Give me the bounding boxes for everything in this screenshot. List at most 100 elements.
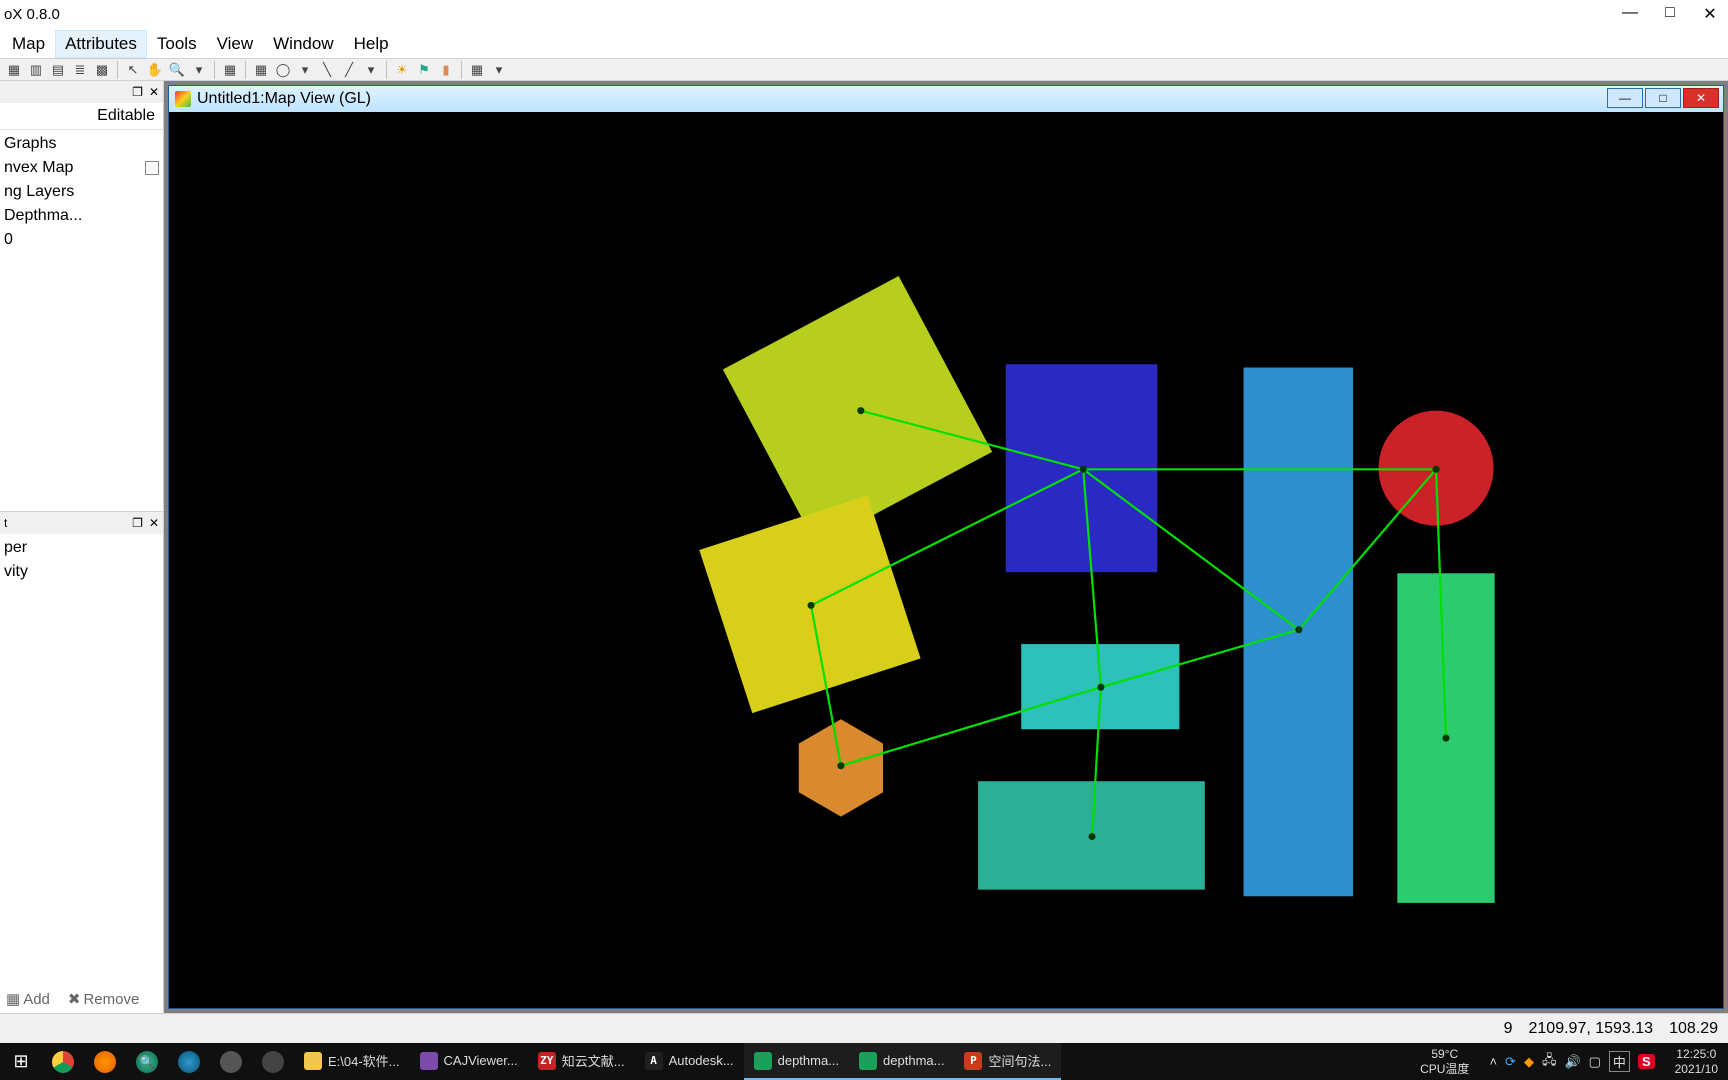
app-close-button[interactable]: ✕ — [1700, 4, 1720, 24]
app-maximize-button[interactable]: □ — [1660, 4, 1680, 24]
taskbar-chrome-icon[interactable] — [42, 1043, 84, 1080]
taskbar-clock[interactable]: 12:25:0 2021/10 — [1667, 1047, 1726, 1076]
tray-ime-icon[interactable]: 中 — [1609, 1051, 1630, 1072]
status-bar: 9 2109.97, 1593.13 108.29 — [0, 1013, 1728, 1043]
attributes-panel: t ❐ ✕ pervity ▦ Add ✖ Remove — [0, 511, 163, 1013]
panel-float-icon[interactable]: ❐ — [132, 85, 143, 99]
window-close-button[interactable]: ✕ — [1683, 88, 1719, 108]
taskbar-task-label: 知云文献... — [562, 1051, 625, 1070]
tool-sun-icon[interactable]: ☀ — [392, 60, 412, 80]
panel-close-icon[interactable]: ✕ — [149, 85, 159, 99]
taskbar-task[interactable]: ZY知云文献... — [528, 1043, 635, 1080]
menu-view[interactable]: View — [207, 30, 264, 58]
editable-checkbox[interactable] — [145, 161, 159, 175]
taskbar-firefox-icon[interactable] — [84, 1043, 126, 1080]
tool-dropdown2-icon[interactable]: ▾ — [295, 60, 315, 80]
map-view-title: Untitled1:Map View (GL) — [197, 90, 371, 108]
taskbar-search-icon[interactable]: 🔍 — [126, 1043, 168, 1080]
tray-volume-icon[interactable]: 🔊 — [1564, 1054, 1580, 1070]
taskbar-task-icon — [420, 1052, 438, 1070]
tray-sync-icon[interactable]: ⟳ — [1505, 1054, 1516, 1070]
map-view-title-bar[interactable]: Untitled1:Map View (GL) — □ ✕ — [169, 86, 1723, 112]
tool-marker-icon[interactable]: ▮ — [436, 60, 456, 80]
taskbar-start-icon[interactable]: ⊞ — [0, 1043, 42, 1080]
tray-chevron-icon[interactable]: ˄ — [1489, 1054, 1497, 1069]
layers-row-label: ng Layers — [4, 183, 74, 201]
taskbar-task-icon: P — [964, 1052, 982, 1070]
taskbar-task-label: CAJViewer... — [444, 1053, 518, 1068]
tool-zoom-icon[interactable]: 🔍 — [167, 60, 187, 80]
tray-battery-icon[interactable]: ▢ — [1589, 1054, 1601, 1070]
menu-map[interactable]: Map — [2, 30, 55, 58]
app-title: oX 0.8.0 — [4, 6, 60, 23]
tool-grid2-icon[interactable]: ▦ — [220, 60, 240, 80]
separator — [214, 61, 215, 79]
taskbar-edge-icon[interactable] — [168, 1043, 210, 1080]
attr-panel-title: t — [4, 516, 7, 530]
layers-row[interactable]: ng Layers — [4, 180, 159, 204]
tray-network-icon[interactable]: 🖧 — [1542, 1051, 1557, 1073]
app-minimize-button[interactable]: — — [1620, 4, 1640, 24]
tool-color-icon[interactable]: ▦ — [467, 60, 487, 80]
menu-bar: MapAttributesToolsViewWindowHelp — [0, 29, 1728, 58]
tool-new-icon[interactable]: ▦ — [4, 60, 24, 80]
separator — [117, 61, 118, 79]
taskbar-task-label: depthma... — [778, 1053, 839, 1068]
layers-row[interactable]: 0 — [4, 228, 159, 252]
tool-grid3-icon[interactable]: ▦ — [251, 60, 271, 80]
tray-app-icon[interactable]: ◆ — [1524, 1054, 1534, 1070]
taskbar-task-icon — [754, 1052, 772, 1070]
app-title-bar: oX 0.8.0 — □ ✕ — [0, 0, 1728, 29]
tool-line-icon[interactable]: ╲ — [317, 60, 337, 80]
menu-tools[interactable]: Tools — [147, 30, 207, 58]
taskbar-task[interactable]: E:\04-软件... — [294, 1043, 410, 1080]
tool-link-icon[interactable]: ╱ — [339, 60, 359, 80]
tool-circle-icon[interactable]: ◯ — [273, 60, 293, 80]
mdi-area: Untitled1:Map View (GL) — □ ✕ — [164, 81, 1728, 1013]
tool-dropdown-icon[interactable]: ▾ — [189, 60, 209, 80]
taskbar-task[interactable]: CAJViewer... — [410, 1043, 528, 1080]
taskbar-app1-icon[interactable] — [210, 1043, 252, 1080]
separator — [461, 61, 462, 79]
tool-pointer-icon[interactable]: ↖ — [123, 60, 143, 80]
remove-button[interactable]: ✖ Remove — [68, 990, 139, 1008]
layers-row[interactable]: nvex Map — [4, 156, 159, 180]
layers-row-label: Graphs — [4, 135, 56, 153]
taskbar-task[interactable]: depthma... — [744, 1043, 849, 1080]
window-maximize-button[interactable]: □ — [1645, 88, 1681, 108]
taskbar-app2-icon[interactable] — [252, 1043, 294, 1080]
tool-hand-icon[interactable]: ✋ — [145, 60, 165, 80]
status-coords: 2109.97, 1593.13 — [1529, 1020, 1654, 1038]
os-taskbar: ⊞ 🔍 E:\04-软件... CAJViewer... ZY知云文献...AAut… — [0, 1043, 1728, 1080]
taskbar-task[interactable]: depthma... — [849, 1043, 954, 1080]
tool-dropdown4-icon[interactable]: ▾ — [489, 60, 509, 80]
tool-list-icon[interactable]: ≣ — [70, 60, 90, 80]
tool-save-icon[interactable]: ▤ — [48, 60, 68, 80]
menu-attributes[interactable]: Attributes — [55, 30, 147, 58]
panel-float-icon[interactable]: ❐ — [132, 516, 143, 530]
layers-row[interactable]: Graphs — [4, 132, 159, 156]
taskbar-cpu-temp[interactable]: 59°C CPU温度 — [1412, 1047, 1477, 1076]
tool-flag-icon[interactable]: ⚑ — [414, 60, 434, 80]
taskbar-task[interactable]: P 空间句法... — [954, 1043, 1061, 1080]
editable-header: Editable — [0, 103, 163, 130]
tool-grid-icon[interactable]: ▩ — [92, 60, 112, 80]
taskbar-task-label: 空间句法... — [988, 1051, 1051, 1070]
map-view-window: Untitled1:Map View (GL) — □ ✕ — [168, 85, 1724, 1009]
window-minimize-button[interactable]: — — [1607, 88, 1643, 108]
system-tray[interactable]: ˄ ⟳ ◆ 🖧 🔊 ▢ 中 S — [1481, 1051, 1662, 1073]
attribute-row[interactable]: vity — [4, 560, 159, 584]
map-canvas[interactable] — [169, 112, 1723, 1008]
attribute-row[interactable]: per — [4, 536, 159, 560]
tray-sogou-icon[interactable]: S — [1638, 1054, 1655, 1069]
status-count: 9 — [1504, 1020, 1513, 1038]
layers-row[interactable]: Depthma... — [4, 204, 159, 228]
tool-dropdown3-icon[interactable]: ▾ — [361, 60, 381, 80]
menu-help[interactable]: Help — [344, 30, 399, 58]
menu-window[interactable]: Window — [263, 30, 343, 58]
panel-close-icon[interactable]: ✕ — [149, 516, 159, 530]
taskbar-task[interactable]: AAutodesk... — [635, 1043, 744, 1080]
app-logo-icon — [175, 91, 191, 107]
tool-open-icon[interactable]: ▥ — [26, 60, 46, 80]
add-button[interactable]: ▦ Add — [6, 990, 50, 1008]
